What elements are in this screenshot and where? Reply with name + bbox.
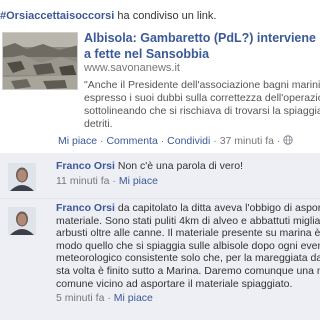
- separator: ·: [273, 135, 284, 147]
- comment-text-line: modo quello che si spiaggia sulle albiso…: [56, 239, 320, 252]
- attachment-description: "Anche il Presidente dell'associazione b…: [84, 79, 320, 131]
- comments-section: Franco Orsi Non c'è una parola di vero! …: [0, 153, 320, 320]
- post-header: #Orsiaccettaisoccorsi ha condiviso un li…: [0, 10, 320, 22]
- comment: Franco Orsi Non c'è una parola di vero! …: [0, 153, 320, 199]
- description-line: espresso i suoi dubbi sulla correttezza …: [84, 92, 320, 104]
- attachment-url: www.savonanews.it: [84, 62, 180, 74]
- attachment-thumbnail[interactable]: [2, 32, 78, 90]
- comment-like-link[interactable]: Mi piace: [114, 292, 153, 304]
- comment-like-link[interactable]: Mi piace: [119, 175, 158, 187]
- description-line: "Anche il Presidente dell'associazione b…: [84, 79, 320, 91]
- separator: ·: [210, 135, 220, 147]
- author-link[interactable]: #Orsiaccettaisoccorsi: [0, 10, 114, 22]
- comment-body: Franco Orsi da capitolato la ditta aveva…: [56, 202, 320, 305]
- comment-text-line: comune vicino ad asportare il materiale …: [56, 277, 293, 290]
- attachment-title-line[interactable]: a fette nel Sansobbia: [84, 46, 320, 62]
- comment-timestamp[interactable]: 11 minuti fa: [56, 175, 110, 187]
- comment-text-line: materiale. Sono stati puliti 4km di alve…: [56, 214, 320, 227]
- comment-link[interactable]: Commenta: [106, 135, 157, 147]
- comment: Franco Orsi da capitolato la ditta aveva…: [0, 199, 320, 320]
- comment-body: Franco Orsi Non c'è una parola di vero! …: [56, 160, 320, 187]
- separator: ·: [104, 292, 114, 305]
- attachment-title-line[interactable]: Albisola: Gambaretto (PdL?) interviene p…: [84, 30, 320, 46]
- shared-text: ha condiviso un link.: [117, 10, 217, 22]
- description-line: detriti.: [84, 118, 113, 130]
- like-link[interactable]: Mi piace: [58, 135, 97, 147]
- link-attachment[interactable]: Albisola: Gambaretto (PdL?) interviene p…: [0, 30, 320, 130]
- description-line: sottolineando che si rischiava di trovar…: [84, 105, 320, 117]
- separator: ·: [109, 174, 119, 187]
- comment-text-line: arbusti oltre alle canne. Il materiale p…: [56, 227, 320, 240]
- avatar[interactable]: [8, 207, 36, 235]
- post-timestamp[interactable]: 37 minuti fa: [220, 135, 274, 147]
- share-link[interactable]: Condividi: [167, 135, 210, 147]
- comment-timestamp[interactable]: 5 minuti fa: [56, 292, 104, 304]
- post-actions: Mi piace · Commenta · Condividi · 37 min…: [58, 135, 294, 148]
- comment-author[interactable]: Franco Orsi: [56, 160, 115, 172]
- comment-text-line: sta volta è finito sutto a Marina. Darem…: [56, 264, 320, 277]
- comment-author[interactable]: Franco Orsi: [56, 202, 115, 214]
- comment-text: Non c'è una parola di vero!: [117, 160, 244, 172]
- comment-text: da capitolato la ditta aveva l'obbigo di…: [117, 202, 320, 214]
- attachment-title[interactable]: Albisola: Gambaretto (PdL?) interviene p…: [84, 30, 320, 62]
- separator: ·: [157, 135, 168, 147]
- comment-text-line: meteorologico consistente solo che, per …: [56, 252, 320, 265]
- globe-icon: [283, 135, 294, 148]
- avatar[interactable]: [8, 163, 36, 191]
